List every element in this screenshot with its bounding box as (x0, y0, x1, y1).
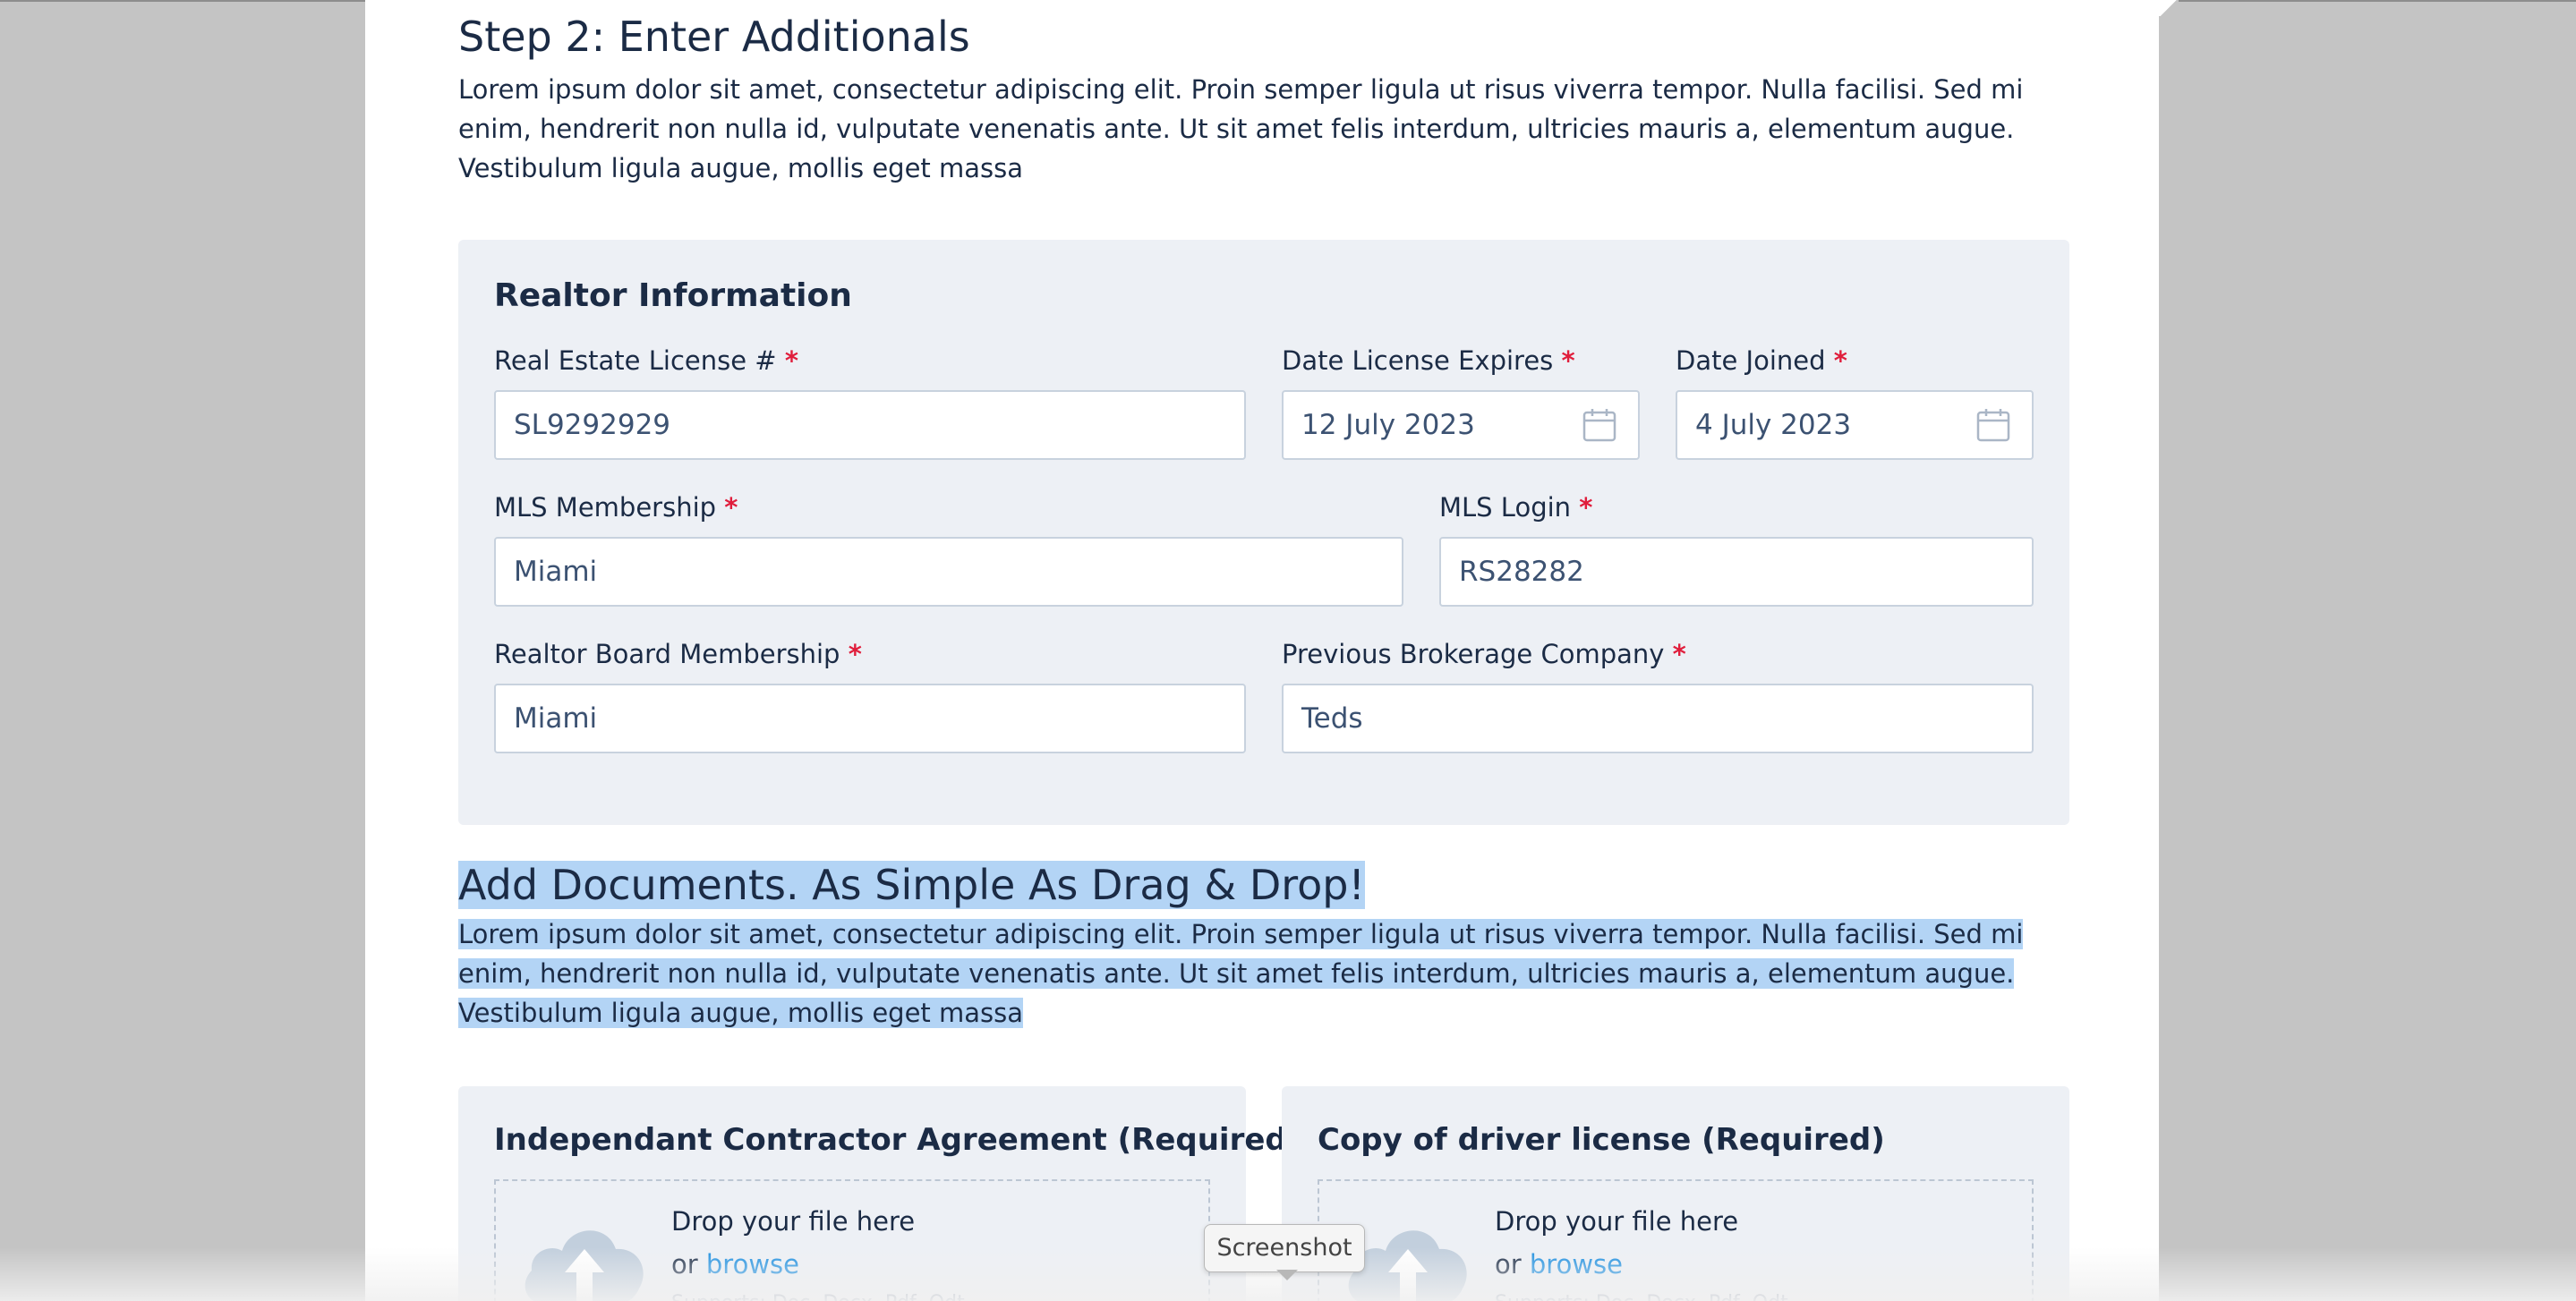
license-expires-label-text: Date License Expires (1282, 345, 1554, 376)
required-marker: * (848, 639, 862, 669)
browse-line: or browse (1495, 1249, 1623, 1280)
mls-login-label: MLS Login * (1439, 492, 1592, 523)
drop-file-text: Drop your file here (1495, 1206, 1739, 1237)
mls-login-label-text: MLS Login (1439, 492, 1572, 523)
board-membership-value: Miami (514, 702, 598, 735)
tooltip-arrow (1276, 1270, 1298, 1280)
license-label-text: Real Estate License # (494, 345, 777, 376)
license-expires-label: Date License Expires * (1282, 345, 1575, 376)
date-joined-label: Date Joined * (1676, 345, 1847, 376)
license-label: Real Estate License # * (494, 345, 798, 376)
cloud-upload-icon (525, 1230, 644, 1301)
license-expires-date-input[interactable]: 12 July 2023 (1282, 390, 1640, 460)
step-title: Step 2: Enter Additionals (458, 13, 970, 61)
mls-membership-label-text: MLS Membership (494, 492, 717, 523)
drop-file-text: Drop your file here (671, 1206, 916, 1237)
date-joined-label-text: Date Joined (1676, 345, 1826, 376)
contractor-agreement-dropzone[interactable]: Drop your file here or browse Supports: … (494, 1179, 1210, 1301)
documents-title-text: Add Documents. As Simple As Drag & Drop! (458, 861, 1365, 909)
driver-license-dropzone[interactable]: Drop your file here or browse Supports: … (1318, 1179, 2034, 1301)
driver-license-upload-card: Copy of driver license (Required) Drop y… (1282, 1086, 2069, 1301)
required-marker: * (1833, 345, 1847, 376)
required-marker: * (724, 492, 738, 523)
board-membership-label: Realtor Board Membership * (494, 639, 862, 669)
realtor-card-title: Realtor Information (494, 277, 852, 314)
previous-brokerage-label: Previous Brokerage Company * (1282, 639, 1686, 669)
browse-link[interactable]: browse (1530, 1249, 1623, 1280)
contractor-agreement-upload-card: Independant Contractor Agreement (Requir… (458, 1086, 1301, 1301)
previous-brokerage-label-text: Previous Brokerage Company (1282, 639, 1665, 669)
supported-formats-text: Supports: Doc, Docx, Pdf, Odt (1495, 1292, 1788, 1301)
license-expires-value: 12 July 2023 (1301, 409, 1475, 441)
or-text: or (1495, 1249, 1522, 1280)
mls-login-value: RS28282 (1459, 556, 1584, 588)
mls-login-input[interactable]: RS28282 (1439, 537, 2034, 607)
documents-description-text: Lorem ipsum dolor sit amet, consectetur … (458, 919, 2024, 1028)
form-page: Step 2: Enter Additionals Lorem ipsum do… (365, 0, 2159, 1301)
board-membership-label-text: Realtor Board Membership (494, 639, 840, 669)
browse-line: or browse (671, 1249, 799, 1280)
license-input[interactable]: SL9292929 (494, 390, 1246, 460)
required-marker: * (1579, 492, 1593, 523)
date-joined-input[interactable]: 4 July 2023 (1676, 390, 2034, 460)
documents-description: Lorem ipsum dolor sit amet, consectetur … (458, 914, 2069, 1033)
previous-brokerage-value: Teds (1301, 702, 1363, 735)
supported-formats-text: Supports: Doc, Docx, Pdf, Odt (671, 1292, 965, 1301)
previous-brokerage-input[interactable]: Teds (1282, 684, 2034, 753)
required-marker: * (1561, 345, 1575, 376)
mls-membership-label: MLS Membership * (494, 492, 738, 523)
required-marker: * (1672, 639, 1686, 669)
mls-membership-value: Miami (514, 556, 598, 588)
browse-link[interactable]: browse (706, 1249, 799, 1280)
required-marker: * (784, 345, 798, 376)
license-input-value: SL9292929 (514, 409, 671, 441)
or-text: or (671, 1249, 698, 1280)
page-corner (2159, 0, 2179, 16)
mls-membership-input[interactable]: Miami (494, 537, 1403, 607)
realtor-information-card: Realtor Information Real Estate License … (458, 240, 2069, 825)
contractor-agreement-title: Independant Contractor Agreement (Requir… (494, 1122, 1301, 1158)
calendar-icon[interactable] (1975, 406, 2012, 444)
driver-license-title: Copy of driver license (Required) (1318, 1122, 1885, 1158)
date-joined-value: 4 July 2023 (1695, 409, 1852, 441)
step-description: Lorem ipsum dolor sit amet, consectetur … (458, 74, 2024, 183)
screenshot-tooltip: Screenshot (1204, 1224, 1365, 1272)
documents-title: Add Documents. As Simple As Drag & Drop! (458, 861, 1365, 909)
board-membership-input[interactable]: Miami (494, 684, 1246, 753)
calendar-icon[interactable] (1581, 406, 1618, 444)
